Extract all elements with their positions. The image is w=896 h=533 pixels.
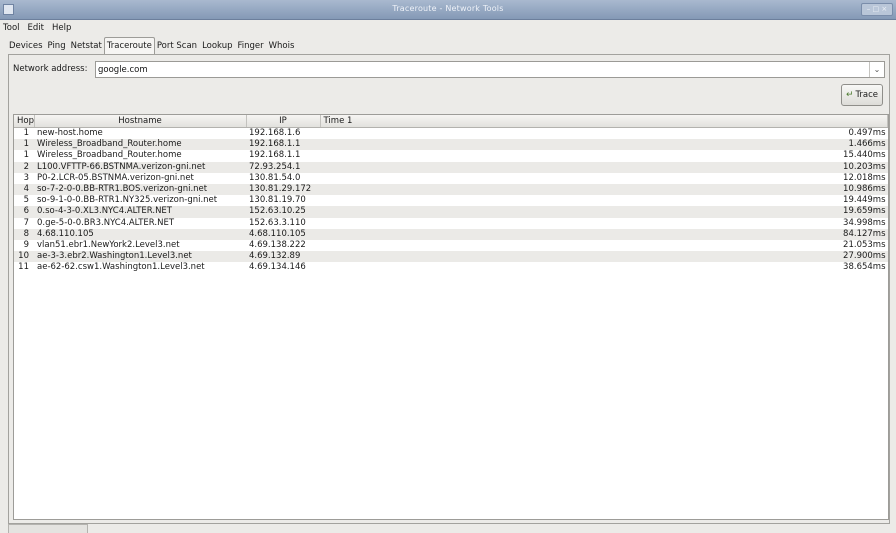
hop-cell: 1 (14, 127, 34, 140)
time-cell: 21.053ms (320, 239, 888, 252)
time-cell: 19.659ms (320, 206, 888, 218)
hostname-cell: 0.ge-5-0-0.BR3.NYC4.ALTER.NET (34, 217, 246, 229)
hostname-cell: vlan51.ebr1.NewYork2.Level3.net (34, 239, 246, 252)
network-address-input[interactable] (98, 62, 858, 77)
time-cell: 84.127ms (320, 228, 888, 240)
ip-cell: 4.68.110.105 (246, 228, 320, 240)
hostname-cell: Wireless_Broadband_Router.home (34, 139, 246, 151)
time-cell: 12.018ms (320, 172, 888, 184)
time-cell: 10.986ms (320, 183, 888, 196)
tab-port-scan[interactable]: Port Scan (154, 37, 200, 54)
hostname-cell: ae-3-3.ebr2.Washington1.Level3.net (34, 251, 246, 263)
hop-cell: 8 (14, 228, 34, 240)
hop-cell: 1 (14, 150, 34, 162)
table-row[interactable]: 1 new-host.home 192.168.1.6 0.497ms (14, 127, 888, 140)
table-row[interactable]: 6 0.so-4-3-0.XL3.NYC4.ALTER.NET 152.63.10.… (14, 206, 888, 218)
column-header-hop[interactable]: Hop (14, 115, 35, 128)
hop-cell: 11 (14, 262, 34, 274)
window-controls[interactable]: – □ × (861, 3, 893, 16)
table-row[interactable]: 10 ae-3-3.ebr2.Washington1.Level3.net 4.69… (14, 251, 888, 263)
table-row[interactable]: 9 vlan51.ebr1.NewYork2.Level3.net 4.69.138… (14, 239, 888, 252)
time-cell: 38.654ms (320, 262, 888, 274)
tab-lookup[interactable]: Lookup (199, 37, 235, 54)
tab-traceroute[interactable]: Traceroute (103, 37, 155, 54)
tab-netstat[interactable]: Netstat (68, 37, 105, 54)
hostname-cell: 4.68.110.105 (34, 228, 246, 240)
ip-cell: 4.69.138.222 (246, 239, 320, 252)
time-cell: 19.449ms (320, 195, 888, 207)
menu-help[interactable]: Help (51, 23, 72, 33)
table-row[interactable]: 3 P0-2.LCR-05.BSTNMA.verizon-gni.net 130.8… (14, 172, 888, 184)
tab-ping[interactable]: Ping (45, 37, 69, 54)
hostname-cell: new-host.home (34, 127, 246, 140)
hop-cell: 1 (14, 139, 34, 151)
hostname-cell: so-9-1-0-0.BB-RTR1.NY325.verizon-gni.net (34, 195, 246, 207)
time-cell: 10.203ms (320, 161, 888, 173)
ip-cell: 4.69.134.146 (246, 262, 320, 274)
hop-cell: 5 (14, 195, 34, 207)
hop-cell: 3 (14, 172, 34, 184)
ip-cell: 192.168.1.1 (246, 150, 320, 162)
menu-edit[interactable]: Edit (27, 23, 45, 33)
ip-cell: 130.81.29.172 (246, 183, 320, 196)
time-cell: 0.497ms (320, 127, 888, 140)
hop-cell: 4 (14, 183, 34, 196)
tab-bar: Devices Ping Netstat Traceroute Port Sca… (0, 37, 296, 54)
ip-cell: 4.69.132.89 (246, 251, 320, 263)
tab-devices[interactable]: Devices (6, 37, 46, 54)
hop-cell: 2 (14, 161, 34, 173)
table-row[interactable]: 1 Wireless_Broadband_Router.home 192.168.1… (14, 150, 888, 162)
results-table[interactable]: Hop Hostname IP Time 1 1 new-host.home 192… (13, 114, 889, 520)
time-cell: 1.466ms (320, 139, 888, 151)
traceroute-panel: Network address: ⌄ ↵ Trace Hop Hostname … (8, 54, 890, 524)
hostname-cell: Wireless_Broadband_Router.home (34, 150, 246, 162)
table-row[interactable]: 1 Wireless_Broadband_Router.home 192.168.1… (14, 139, 888, 151)
network-address-label: Network address: (13, 64, 88, 74)
column-header-ip[interactable]: IP (246, 115, 321, 128)
table-row[interactable]: 2 L100.VFTTP-66.BSTNMA.verizon-gni.net 72.… (14, 161, 888, 173)
hostname-cell: P0-2.LCR-05.BSTNMA.verizon-gni.net (34, 172, 246, 184)
hostname-cell: L100.VFTTP-66.BSTNMA.verizon-gni.net (34, 161, 246, 173)
ip-cell: 130.81.19.70 (246, 195, 320, 207)
column-header-hostname[interactable]: Hostname (34, 115, 247, 128)
trace-icon: ↵ (845, 90, 854, 100)
hop-cell: 10 (14, 251, 34, 263)
ip-cell: 192.168.1.6 (246, 127, 320, 140)
trace-button-label: Trace (855, 90, 879, 100)
hop-cell: 7 (14, 217, 34, 229)
hop-cell: 9 (14, 239, 34, 252)
hop-cell: 6 (14, 206, 34, 218)
menu-bar: Tool Edit Help (0, 20, 896, 35)
table-row[interactable]: 4 so-7-2-0-0.BB-RTR1.BOS.verizon-gni.net 1… (14, 183, 888, 196)
column-header-time-1[interactable]: Time 1 (320, 115, 888, 128)
network-address-combo[interactable]: ⌄ (95, 61, 885, 78)
hostname-cell: ae-62-62.csw1.Washington1.Level3.net (34, 262, 246, 274)
ip-cell: 72.93.254.1 (246, 161, 320, 173)
table-row[interactable]: 8 4.68.110.105 4.68.110.105 84.127ms (14, 228, 888, 240)
table-row[interactable]: 11 ae-62-62.csw1.Washington1.Level3.net 4.… (14, 262, 888, 274)
tab-whois[interactable]: Whois (266, 37, 298, 54)
time-cell: 15.440ms (320, 150, 888, 162)
title-bar: Traceroute - Network Tools – □ × (0, 0, 896, 20)
table-row[interactable]: 7 0.ge-5-0-0.BR3.NYC4.ALTER.NET 152.63.3.1… (14, 217, 888, 229)
window-title: Traceroute - Network Tools (392, 4, 504, 13)
menu-tool[interactable]: Tool (2, 23, 21, 33)
table-row[interactable]: 5 so-9-1-0-0.BB-RTR1.NY325.verizon-gni.ne… (14, 195, 888, 207)
tab-finger[interactable]: Finger (235, 37, 267, 54)
time-cell: 34.998ms (320, 217, 888, 229)
chevron-down-icon[interactable]: ⌄ (869, 62, 884, 77)
trace-button[interactable]: ↵ Trace (841, 84, 883, 106)
hostname-cell: 0.so-4-3-0.XL3.NYC4.ALTER.NET (34, 206, 246, 218)
ip-cell: 192.168.1.1 (246, 139, 320, 151)
hostname-cell: so-7-2-0-0.BB-RTR1.BOS.verizon-gni.net (34, 183, 246, 196)
ip-cell: 152.63.10.25 (246, 206, 320, 218)
ip-cell: 130.81.54.0 (246, 172, 320, 184)
ip-cell: 152.63.3.110 (246, 217, 320, 229)
time-cell: 27.900ms (320, 251, 888, 263)
